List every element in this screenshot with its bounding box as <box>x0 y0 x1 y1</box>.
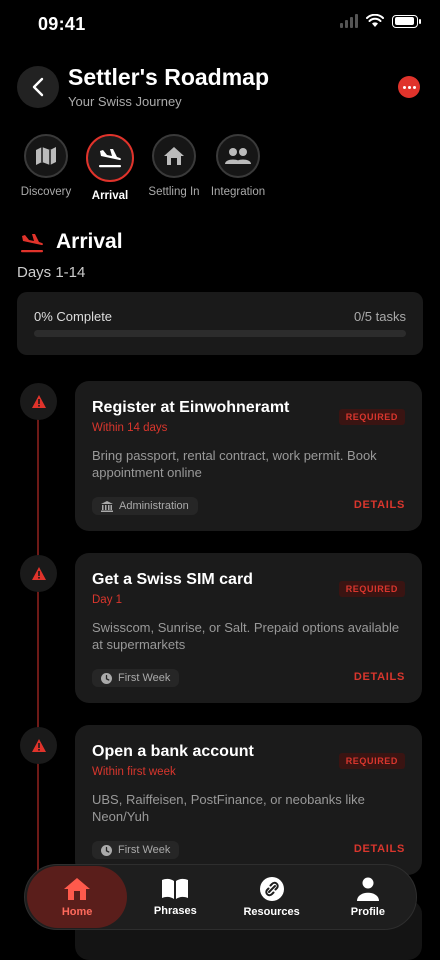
home-icon <box>64 877 91 900</box>
status-bar: 09:41 <box>0 0 440 46</box>
stage-label: Integration <box>210 186 266 198</box>
task-title: Get a Swiss SIM card <box>92 571 253 588</box>
plane-landing-icon <box>21 234 43 253</box>
required-badge: REQUIRED <box>338 581 405 597</box>
stage-label: Discovery <box>20 186 72 198</box>
more-options-button[interactable] <box>398 76 420 98</box>
progress-card: 0% Complete 0/5 tasks <box>17 292 423 355</box>
task-title: Open a bank account <box>92 743 254 760</box>
details-link[interactable]: DETAILS <box>354 499 405 511</box>
section-days: Days 1-14 <box>17 264 86 281</box>
people-icon <box>225 148 251 164</box>
required-badge: REQUIRED <box>338 409 405 425</box>
task-card[interactable]: Register at Einwohneramt Within 14 days … <box>75 381 422 531</box>
nav-label: Resources <box>243 905 300 918</box>
person-icon <box>356 877 379 901</box>
task-deadline: Within first week <box>92 766 176 778</box>
stage-selector: Discovery Arrival Settling In Integratio… <box>14 134 270 202</box>
house-icon <box>164 147 184 165</box>
nav-label: Profile <box>350 905 385 918</box>
building-icon <box>101 500 113 512</box>
nav-home[interactable]: Home <box>27 866 128 928</box>
link-icon <box>259 876 284 901</box>
category-label: First Week <box>118 672 171 684</box>
stage-label: Settling In <box>148 186 200 198</box>
nav-resources[interactable]: Resources <box>223 866 319 928</box>
task-description: Bring passport, rental contract, work pe… <box>92 448 377 480</box>
stage-integration[interactable]: Integration <box>206 134 270 202</box>
nav-profile[interactable]: Profile <box>320 866 416 928</box>
task-card[interactable]: Open a bank account Within first week RE… <box>75 725 422 875</box>
status-icons <box>340 14 421 28</box>
category-tag: Administration <box>92 497 198 515</box>
page-subtitle: Your Swiss Journey <box>68 94 182 109</box>
clock-icon <box>101 672 112 684</box>
task-card[interactable]: Get a Swiss SIM card Day 1 REQUIRED Swis… <box>75 553 422 703</box>
signal-icon <box>340 14 358 28</box>
dot-icon <box>402 85 406 89</box>
category-label: Administration <box>119 500 189 512</box>
page-title: Settler's Roadmap <box>68 64 270 90</box>
timeline-line <box>37 400 39 920</box>
section-title: Arrival <box>56 230 123 253</box>
nav-label: Home <box>61 905 93 918</box>
plane-landing-icon <box>99 149 121 168</box>
tasks-count: 0/5 tasks <box>353 309 406 324</box>
nav-phrases[interactable]: Phrases <box>127 866 223 928</box>
nav-label: Phrases <box>153 904 197 917</box>
dot-icon <box>412 85 416 89</box>
map-icon <box>36 147 56 165</box>
battery-icon <box>392 14 421 28</box>
task-deadline: Within 14 days <box>92 422 168 434</box>
dot-icon <box>407 85 411 89</box>
required-badge: REQUIRED <box>338 753 405 769</box>
clock-icon <box>101 844 112 856</box>
progress-bar <box>34 330 406 337</box>
category-tag: First Week <box>92 841 180 859</box>
back-button[interactable] <box>17 66 59 108</box>
wifi-icon <box>366 14 384 27</box>
category-label: First Week <box>118 844 171 856</box>
chevron-left-icon <box>32 77 44 97</box>
timeline-node <box>20 555 57 592</box>
progress-percent: 0% Complete <box>34 309 113 324</box>
category-tag: First Week <box>92 669 180 687</box>
status-time: 09:41 <box>38 14 86 34</box>
details-link[interactable]: DETAILS <box>354 671 405 683</box>
warning-icon <box>31 567 46 580</box>
bottom-nav: Home Phrases Resources Profile <box>24 864 417 930</box>
task-description: Swisscom, Sunrise, or Salt. Prepaid opti… <box>92 620 400 652</box>
timeline-node <box>20 727 57 764</box>
stage-discovery[interactable]: Discovery <box>14 134 78 202</box>
task-description: UBS, Raiffeisen, PostFinance, or neobank… <box>92 792 365 824</box>
task-deadline: Day 1 <box>92 594 123 606</box>
task-title: Register at Einwohneramt <box>92 399 290 416</box>
warning-icon <box>31 739 46 752</box>
timeline-node <box>20 383 57 420</box>
stage-label: Arrival <box>91 190 129 202</box>
book-icon <box>162 878 189 899</box>
warning-icon <box>31 395 46 408</box>
stage-settling-in[interactable]: Settling In <box>142 134 206 202</box>
details-link[interactable]: DETAILS <box>354 843 405 855</box>
stage-arrival[interactable]: Arrival <box>78 134 142 202</box>
